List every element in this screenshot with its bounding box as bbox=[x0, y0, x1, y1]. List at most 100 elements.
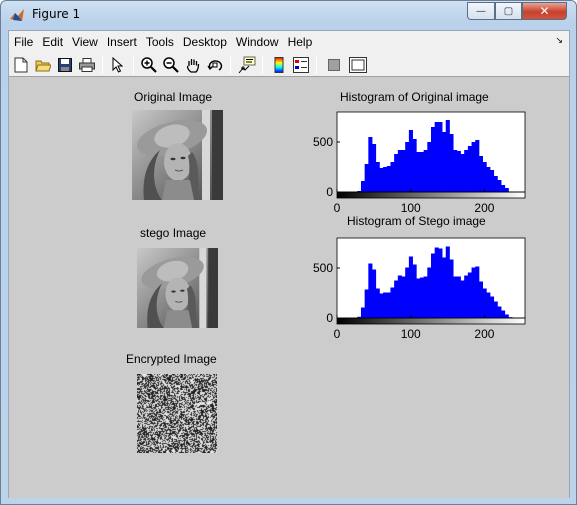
histogram-bar bbox=[445, 246, 450, 318]
figure-toolbar bbox=[9, 53, 569, 77]
menu-window[interactable]: Window bbox=[232, 35, 283, 49]
hide-plot-tools-icon[interactable] bbox=[325, 56, 343, 74]
minimize-button[interactable]: — bbox=[467, 2, 495, 20]
histogram-bar bbox=[449, 134, 454, 192]
show-plot-tools-icon[interactable] bbox=[349, 56, 367, 74]
histogram-bar bbox=[471, 142, 476, 192]
histogram-bar bbox=[449, 259, 454, 318]
histogram-stego-title: Histogram of Stego image bbox=[347, 214, 486, 228]
histogram-bar bbox=[379, 293, 384, 318]
histogram-bar bbox=[438, 122, 443, 192]
histogram-bar bbox=[431, 253, 436, 318]
histogram-bar bbox=[397, 150, 402, 192]
histogram-bar bbox=[408, 256, 413, 318]
histogram-bar bbox=[486, 292, 491, 318]
histogram-bar bbox=[394, 154, 399, 192]
histogram-bar bbox=[423, 276, 428, 318]
histogram-bar bbox=[372, 269, 377, 318]
histogram-bar bbox=[482, 162, 487, 192]
histogram-bar bbox=[364, 164, 369, 192]
menu-tools[interactable]: Tools bbox=[142, 35, 178, 49]
menu-view[interactable]: View bbox=[68, 35, 102, 49]
histogram-bar bbox=[482, 288, 487, 318]
x-tick-label: 100 bbox=[401, 327, 421, 341]
figure-canvas[interactable]: Original Image stego Image Encrypted Ima… bbox=[9, 78, 569, 498]
histogram-bar bbox=[379, 168, 384, 192]
histogram-bar bbox=[489, 170, 495, 192]
y-tick-label: 500 bbox=[313, 135, 333, 149]
histogram-bar bbox=[375, 162, 380, 192]
histogram-bar bbox=[464, 150, 469, 192]
close-icon: ✕ bbox=[539, 4, 550, 18]
histogram-bar bbox=[375, 288, 380, 318]
histogram-bar bbox=[412, 264, 417, 318]
menu-bar: File Edit View Insert Tools Desktop Wind… bbox=[9, 31, 569, 53]
histogram-bar bbox=[456, 151, 461, 192]
menu-dock-arrow-icon[interactable]: ↘ bbox=[555, 36, 563, 46]
pointer-arrow-icon[interactable] bbox=[109, 56, 127, 74]
histogram-bar bbox=[445, 120, 450, 192]
data-cursor-icon[interactable] bbox=[238, 56, 256, 74]
histogram-bar bbox=[486, 167, 491, 192]
histogram-bar bbox=[397, 275, 402, 318]
histogram-bar bbox=[390, 287, 395, 318]
menu-edit[interactable]: Edit bbox=[38, 35, 67, 49]
toolbar-separator bbox=[102, 56, 103, 74]
histogram-bar bbox=[460, 154, 465, 192]
legend-icon[interactable] bbox=[292, 56, 310, 74]
histogram-bar bbox=[475, 266, 480, 318]
close-button[interactable]: ✕ bbox=[522, 2, 567, 20]
histogram-bar bbox=[456, 276, 461, 318]
histogram-bar bbox=[419, 277, 425, 318]
histogram-bar bbox=[390, 162, 395, 192]
histogram-bar bbox=[467, 146, 472, 192]
histogram-bar bbox=[419, 152, 425, 192]
histogram-bar bbox=[368, 137, 373, 192]
window-title: Figure 1 bbox=[32, 7, 81, 21]
histogram-bar bbox=[427, 267, 432, 318]
histogram-bar bbox=[360, 307, 366, 318]
histogram-bar bbox=[405, 267, 410, 318]
colorbar-icon[interactable] bbox=[270, 56, 288, 74]
menu-help[interactable]: Help bbox=[284, 35, 317, 49]
x-tick-label: 100 bbox=[401, 201, 421, 215]
histogram-bar bbox=[416, 278, 421, 318]
pan-hand-icon[interactable] bbox=[184, 56, 202, 74]
histogram-bar bbox=[372, 144, 377, 192]
y-tick-label: 0 bbox=[326, 311, 333, 325]
maximize-button[interactable]: ▢ bbox=[495, 2, 522, 20]
grayscale-colorbar bbox=[336, 191, 526, 199]
histogram-bar bbox=[401, 150, 406, 192]
save-icon[interactable] bbox=[56, 56, 74, 74]
histogram-bar bbox=[383, 292, 388, 318]
open-file-icon[interactable] bbox=[34, 56, 52, 74]
histogram-bar bbox=[501, 185, 506, 192]
histogram-bar bbox=[412, 139, 417, 192]
histogram-bar bbox=[453, 150, 458, 192]
title-bar[interactable]: Figure 1 — ▢ ✕ bbox=[1, 1, 576, 29]
rotate-3d-icon[interactable] bbox=[206, 56, 224, 74]
histogram-bar bbox=[427, 142, 432, 192]
histogram-bar bbox=[401, 276, 406, 318]
toolbar-separator bbox=[230, 56, 231, 74]
histogram-bar bbox=[478, 156, 484, 192]
menu-desktop[interactable]: Desktop bbox=[179, 35, 231, 49]
menu-insert[interactable]: Insert bbox=[103, 35, 141, 49]
zoom-in-icon[interactable] bbox=[140, 56, 158, 74]
histogram-bar bbox=[442, 132, 447, 192]
histogram-bar bbox=[493, 301, 498, 318]
print-icon[interactable] bbox=[78, 56, 96, 74]
histogram-bar bbox=[478, 281, 484, 318]
menu-file[interactable]: File bbox=[10, 35, 37, 49]
histogram-bar bbox=[475, 140, 480, 192]
x-tick-label: 0 bbox=[334, 201, 341, 215]
histogram-bar bbox=[438, 248, 443, 318]
histogram-bar bbox=[460, 280, 465, 318]
histogram-bar bbox=[489, 296, 495, 318]
histogram-bar bbox=[464, 275, 469, 318]
original-image-title: Original Image bbox=[134, 90, 213, 104]
matlab-logo-icon bbox=[10, 9, 24, 21]
stego-image-title: stego Image bbox=[140, 226, 207, 240]
new-figure-icon[interactable] bbox=[12, 56, 30, 74]
zoom-out-icon[interactable] bbox=[162, 56, 180, 74]
